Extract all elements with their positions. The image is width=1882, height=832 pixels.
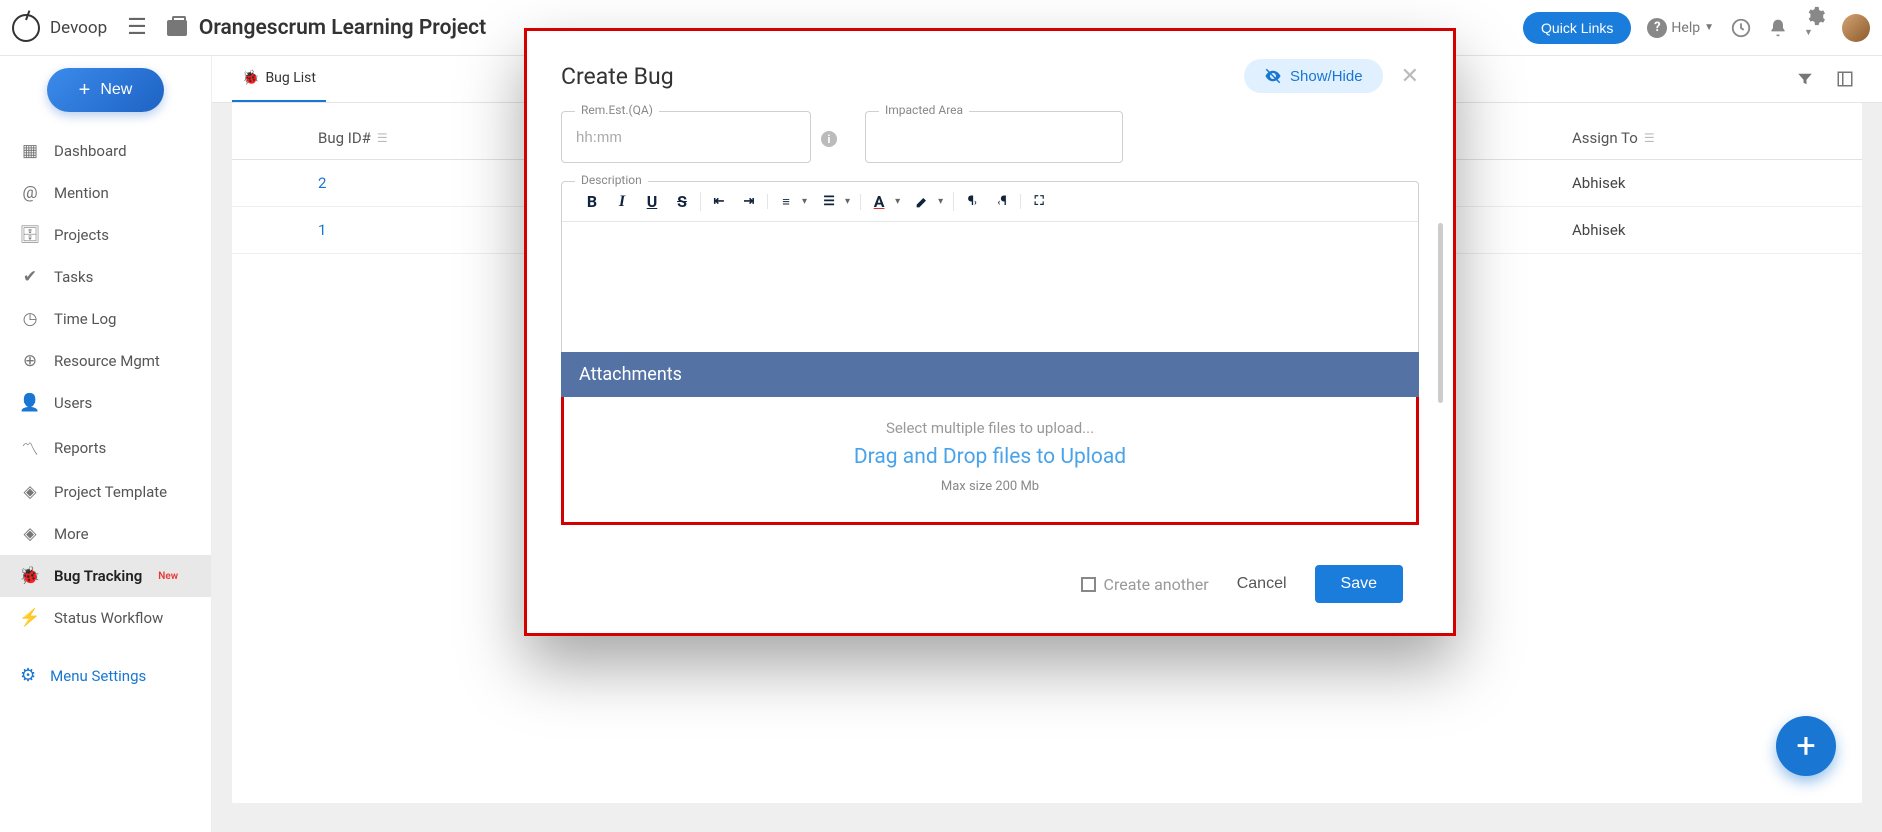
chevron-down-icon[interactable]: ▾ <box>938 196 943 207</box>
rem-est-label: Rem.Est.(QA) <box>575 103 659 117</box>
checkbox-icon <box>1081 577 1096 592</box>
modal-overlay: Create Bug Show/Hide ✕ Rem.Est.(QA) i Im… <box>0 0 1882 832</box>
attach-select-text: Select multiple files to upload... <box>574 419 1406 437</box>
attach-maxsize-text: Max size 200 Mb <box>574 479 1406 494</box>
impacted-area-field: Impacted Area <box>865 111 1123 163</box>
underline-button[interactable]: U <box>644 192 660 211</box>
bold-button[interactable]: B <box>584 192 600 211</box>
paragraph-ltr-button[interactable]: ¶› <box>964 194 980 209</box>
attachments-header: Attachments <box>561 352 1419 397</box>
unordered-list-button[interactable]: ☰ <box>821 194 837 209</box>
modal-footer: Create another Cancel Save <box>527 525 1453 603</box>
attachments-dropzone[interactable]: Select multiple files to upload... Drag … <box>561 397 1419 525</box>
create-another-checkbox[interactable]: Create another <box>1081 575 1209 594</box>
highlight-button[interactable] <box>914 194 930 210</box>
fab-add-button[interactable]: + <box>1776 716 1836 776</box>
close-icon[interactable]: ✕ <box>1401 64 1419 89</box>
rem-est-field: Rem.Est.(QA) <box>561 111 811 163</box>
paragraph-rtl-button[interactable]: ‹¶ <box>994 194 1010 209</box>
create-bug-modal: Create Bug Show/Hide ✕ Rem.Est.(QA) i Im… <box>524 28 1456 636</box>
info-icon[interactable]: i <box>821 131 837 147</box>
impacted-area-input[interactable] <box>865 111 1123 163</box>
ordered-list-button[interactable]: ≡ <box>778 194 794 210</box>
italic-button[interactable]: I <box>614 193 630 211</box>
chevron-down-icon[interactable]: ▾ <box>895 196 900 207</box>
fullscreen-button[interactable]: ⛶ <box>1031 194 1047 209</box>
modal-title: Create Bug <box>561 63 674 90</box>
description-label: Description <box>575 173 648 187</box>
show-hide-button[interactable]: Show/Hide <box>1244 59 1383 93</box>
impacted-area-label: Impacted Area <box>879 103 969 117</box>
save-button[interactable]: Save <box>1315 565 1403 603</box>
chevron-down-icon[interactable]: ▾ <box>845 196 850 207</box>
strikethrough-button[interactable]: S <box>674 192 690 211</box>
create-another-label: Create another <box>1104 575 1209 594</box>
modal-scrollbar[interactable] <box>1435 103 1443 549</box>
cancel-button[interactable]: Cancel <box>1237 575 1287 593</box>
description-field: Description B I U S ⇤ ⇥ <box>561 181 1419 352</box>
rem-est-input[interactable] <box>561 111 811 163</box>
modal-body: Rem.Est.(QA) i Impacted Area Description… <box>527 111 1453 525</box>
rte-toolbar: B I U S ⇤ ⇥ ≡ ▾ ☰ ▾ <box>562 182 1418 222</box>
show-hide-label: Show/Hide <box>1290 68 1363 85</box>
attach-drag-text: Drag and Drop files to Upload <box>574 445 1406 469</box>
eye-off-icon <box>1264 67 1282 85</box>
outdent-button[interactable]: ⇤ <box>711 194 727 209</box>
indent-button[interactable]: ⇥ <box>741 194 757 209</box>
description-textarea[interactable] <box>562 222 1418 352</box>
modal-header: Create Bug Show/Hide ✕ <box>527 59 1453 93</box>
chevron-down-icon[interactable]: ▾ <box>802 196 807 207</box>
text-color-button[interactable]: A <box>871 192 887 211</box>
